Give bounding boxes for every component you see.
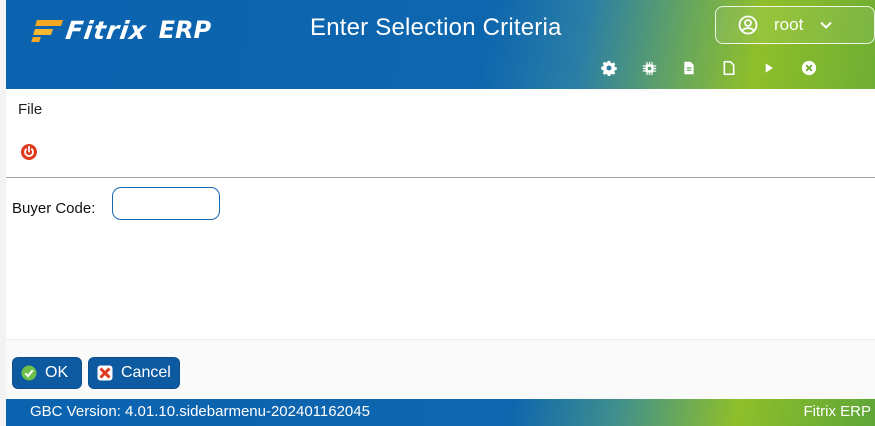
logo-text: Fitrix	[63, 15, 149, 45]
menu-bar: File	[6, 89, 875, 178]
logo-erp-text: ERP	[158, 16, 212, 44]
app-window: Fitrix ERP Enter Selection Criteria root	[0, 0, 875, 426]
status-bar: GBC Version: 4.01.10.sidebarmenu-2024011…	[6, 399, 875, 426]
power-icon[interactable]	[20, 143, 38, 161]
buyer-code-label: Buyer Code:	[12, 200, 96, 217]
chip-icon[interactable]	[640, 59, 658, 77]
document-icon[interactable]	[680, 59, 698, 77]
new-page-icon[interactable]	[720, 59, 738, 77]
brand-text: Fitrix ERP	[803, 403, 872, 420]
close-circle-icon[interactable]	[800, 59, 818, 77]
user-menu-button[interactable]: root	[715, 6, 875, 44]
app-header: Fitrix ERP Enter Selection Criteria root	[6, 0, 875, 89]
user-name: root	[774, 15, 804, 34]
fitrix-logo: Fitrix ERP	[31, 12, 212, 48]
user-circle-icon	[738, 15, 758, 35]
check-icon	[21, 365, 37, 381]
cancel-x-icon	[97, 365, 113, 381]
cancel-label: Cancel	[121, 364, 171, 381]
ok-button[interactable]: OK	[12, 357, 82, 389]
ok-label: OK	[45, 364, 69, 381]
form-area: Buyer Code:	[6, 179, 875, 339]
toolbar	[600, 56, 818, 80]
action-bar: OK Cancel	[6, 339, 875, 399]
logo-mark-icon	[31, 18, 64, 42]
buyer-code-input[interactable]	[112, 187, 220, 220]
cancel-button[interactable]: Cancel	[88, 357, 180, 389]
window-title: Enter Selection Criteria	[310, 14, 562, 41]
play-icon[interactable]	[760, 59, 778, 77]
gbc-version-text: GBC Version: 4.01.10.sidebarmenu-2024011…	[30, 403, 370, 420]
gear-icon[interactable]	[600, 59, 618, 77]
menu-file[interactable]: File	[18, 101, 42, 118]
chevron-down-icon	[820, 21, 833, 29]
